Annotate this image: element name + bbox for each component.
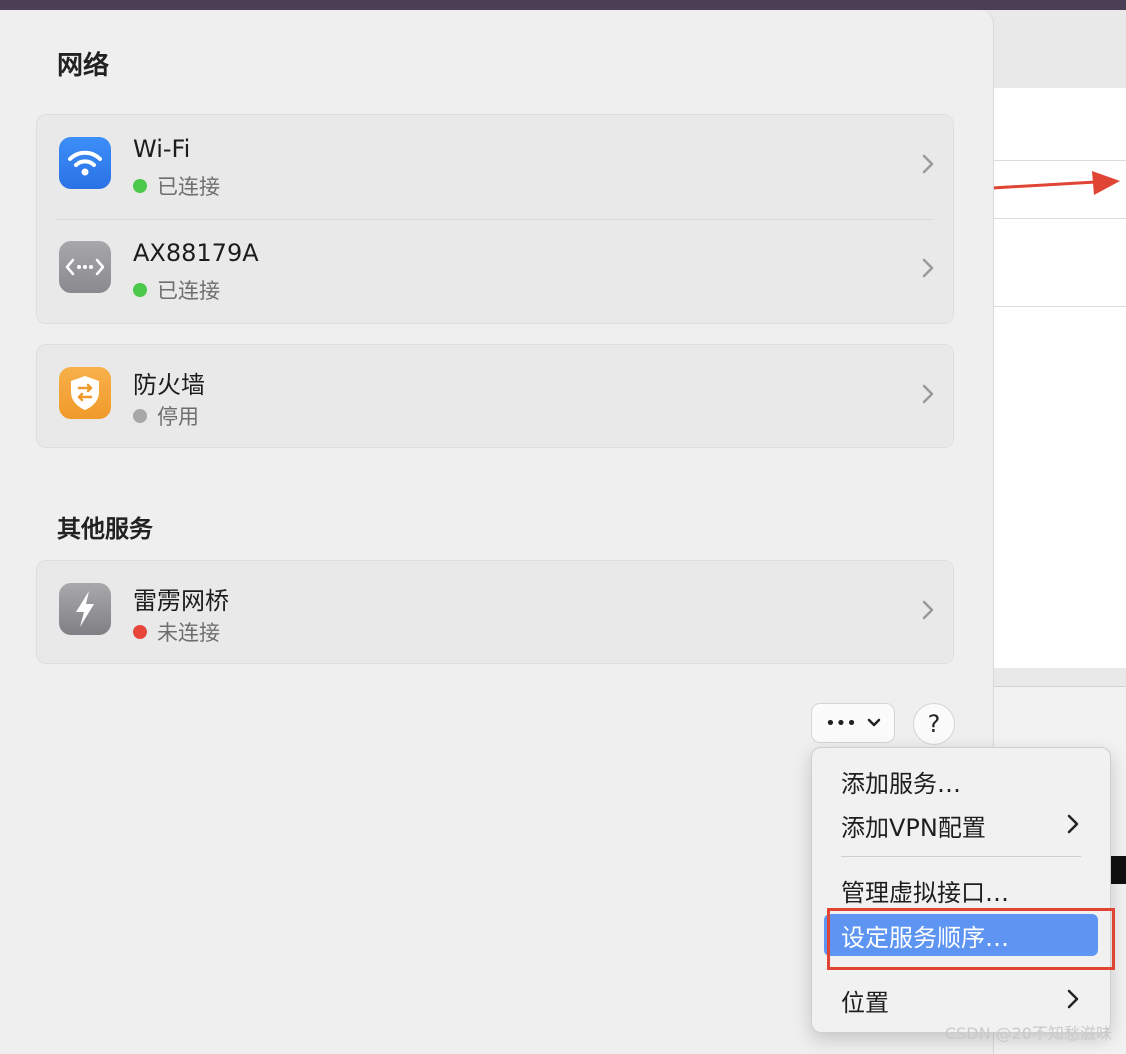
list-item-firewall[interactable]: 防火墙 停用 [37, 345, 953, 449]
chevron-right-icon [922, 154, 934, 174]
connection-status: 未连接 [133, 617, 220, 647]
menu-separator [841, 856, 1081, 857]
chevron-right-icon [922, 258, 934, 278]
status-dot-icon [133, 179, 147, 193]
menu-item-location[interactable]: 位置 [824, 979, 1098, 1021]
submenu-chevron-icon [1067, 814, 1079, 834]
service-name: 防火墙 [133, 371, 205, 399]
network-interfaces-group: Wi-Fi 已连接 AX88179A 已连接 [36, 114, 954, 324]
ellipsis-icon: ••• [825, 712, 857, 734]
connection-status: 已连接 [133, 275, 220, 305]
thunderbolt-icon [59, 583, 111, 635]
status-dot-icon [133, 283, 147, 297]
background-row-divider [990, 306, 1126, 307]
background-panel [990, 88, 1126, 426]
connection-status: 已连接 [133, 171, 220, 201]
chevron-down-icon [867, 718, 881, 727]
status-label: 未连接 [157, 621, 220, 645]
ethernet-icon [59, 241, 111, 293]
desktop-background [0, 0, 1126, 10]
menu-item-label: 位置 [841, 988, 889, 1017]
interface-name: Wi-Fi [133, 135, 191, 163]
annotation-highlight-box [827, 908, 1115, 970]
more-actions-menu: 添加服务… 添加VPN配置 管理虚拟接口… 设定服务顺序… 位置 [811, 747, 1111, 1033]
menu-item-label: 添加服务… [841, 769, 961, 798]
status-label: 已连接 [157, 175, 220, 199]
status-dot-icon [133, 409, 147, 423]
list-item-wifi[interactable]: Wi-Fi 已连接 [37, 115, 953, 219]
section-title-network: 网络 [57, 51, 110, 81]
watermark: CSDN @20不知愁滋味 [944, 1024, 1112, 1043]
annotation-arrow [992, 171, 1120, 195]
status-dot-icon [133, 625, 147, 639]
submenu-chevron-icon [1067, 989, 1079, 1009]
firewall-status: 停用 [133, 401, 199, 431]
firewall-icon [59, 367, 111, 419]
menu-item-manage-virtual-interfaces[interactable]: 管理虚拟接口… [824, 869, 1098, 911]
firewall-group: 防火墙 停用 [36, 344, 954, 448]
help-button[interactable]: ? [913, 703, 955, 745]
menu-item-add-service[interactable]: 添加服务… [824, 760, 1098, 802]
menu-item-label: 添加VPN配置 [841, 813, 986, 842]
background-row-divider [990, 160, 1126, 161]
list-item-thunderbolt-bridge[interactable]: 雷雳网桥 未连接 [37, 561, 953, 665]
chevron-right-icon [922, 600, 934, 620]
background-row-divider [990, 218, 1126, 219]
service-name: 雷雳网桥 [133, 587, 229, 615]
more-actions-button[interactable]: ••• [811, 703, 895, 743]
other-services-group: 雷雳网桥 未连接 [36, 560, 954, 664]
interface-name: AX88179A [133, 239, 259, 267]
chevron-right-icon [922, 384, 934, 404]
status-label: 停用 [157, 405, 199, 429]
list-item-ax88179a[interactable]: AX88179A 已连接 [37, 219, 953, 323]
section-title-other-services: 其他服务 [57, 515, 153, 543]
status-label: 已连接 [157, 279, 220, 303]
wifi-icon [59, 137, 111, 189]
menu-item-add-vpn-config[interactable]: 添加VPN配置 [824, 804, 1098, 846]
background-panel [990, 426, 1126, 668]
menu-item-label: 管理虚拟接口… [841, 878, 1009, 907]
